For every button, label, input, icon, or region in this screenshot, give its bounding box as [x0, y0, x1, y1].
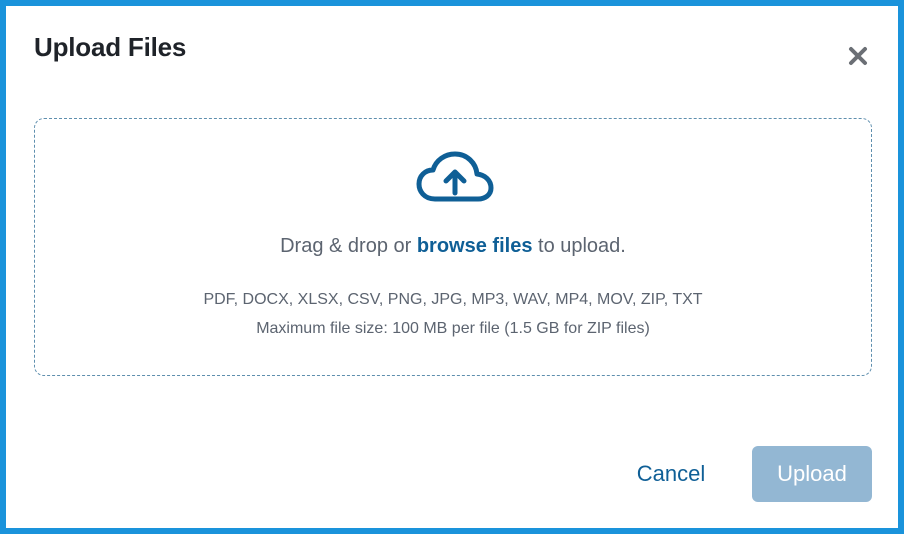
cloud-upload-icon	[416, 151, 494, 202]
dropzone-instructions: Drag & drop or browse files to upload.	[35, 235, 871, 258]
allowed-file-types: PDF, DOCX, XLSX, CSV, PNG, JPG, MP3, WAV…	[203, 291, 703, 308]
upload-dialog: Upload Files Drag & drop or browse files…	[0, 0, 904, 534]
dialog-title: Upload Files	[34, 32, 187, 62]
close-button[interactable]	[844, 42, 872, 70]
drag-text-after: to upload.	[532, 235, 626, 257]
cancel-button[interactable]: Cancel	[616, 449, 726, 499]
browse-files-link[interactable]: browse files	[417, 235, 533, 257]
file-dropzone[interactable]: Drag & drop or browse files to upload. P…	[34, 118, 872, 376]
drag-text-before: Drag & drop or	[280, 235, 417, 257]
close-icon	[849, 47, 867, 65]
upload-button[interactable]: Upload	[752, 446, 872, 502]
max-file-size: Maximum file size: 100 MB per file (1.5 …	[256, 320, 650, 337]
